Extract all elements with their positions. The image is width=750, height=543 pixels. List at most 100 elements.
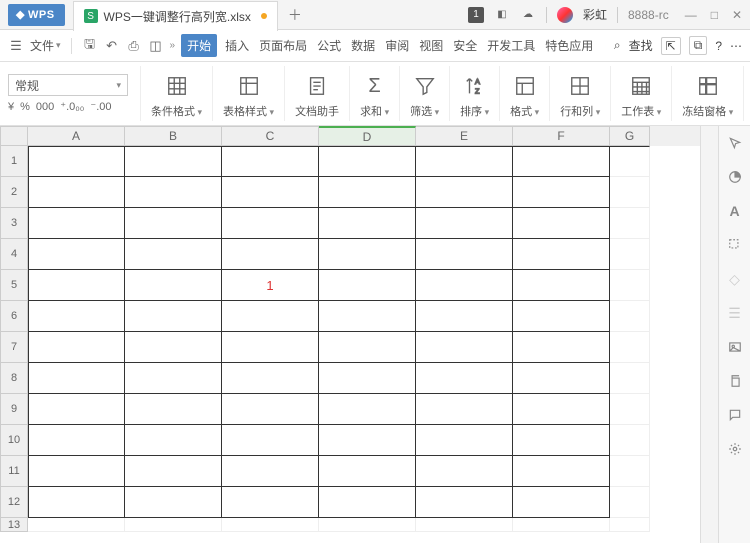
cell-E5[interactable] <box>416 270 513 301</box>
avatar[interactable] <box>557 7 573 23</box>
cell-D9[interactable] <box>319 394 416 425</box>
cell-F8[interactable] <box>513 363 610 394</box>
cell-G2[interactable] <box>610 177 650 208</box>
row-header-3[interactable]: 3 <box>0 208 28 239</box>
cell-G5[interactable] <box>610 270 650 301</box>
cell-F13[interactable] <box>513 518 610 532</box>
ribbon-table-button[interactable]: 条件格式 <box>140 66 212 121</box>
cell-G9[interactable] <box>610 394 650 425</box>
cell-B13[interactable] <box>125 518 222 532</box>
cell-E6[interactable] <box>416 301 513 332</box>
more-quick-icons[interactable]: » <box>170 40 176 51</box>
cell-A4[interactable] <box>28 239 125 270</box>
cell-G3[interactable] <box>610 208 650 239</box>
currency-button[interactable]: ¥ <box>8 101 14 113</box>
cell-B8[interactable] <box>125 363 222 394</box>
cell-F12[interactable] <box>513 487 610 518</box>
share-icon[interactable]: ⇱ <box>661 37 681 55</box>
cell-D5[interactable] <box>319 270 416 301</box>
undo-icon[interactable]: ↶ <box>104 38 120 54</box>
tab-review[interactable]: 审阅 <box>383 33 411 58</box>
row-header-13[interactable]: 13 <box>0 518 28 532</box>
cell-A10[interactable] <box>28 425 125 456</box>
row-header-1[interactable]: 1 <box>0 146 28 177</box>
cell-B6[interactable] <box>125 301 222 332</box>
cell-B5[interactable] <box>125 270 222 301</box>
comma-button[interactable]: 000 <box>36 101 54 113</box>
search-button[interactable]: 查找 <box>629 37 653 54</box>
row-header-10[interactable]: 10 <box>0 425 28 456</box>
cell-C11[interactable] <box>222 456 319 487</box>
row-header-12[interactable]: 12 <box>0 487 28 518</box>
cell-A3[interactable] <box>28 208 125 239</box>
cell-B4[interactable] <box>125 239 222 270</box>
cell-G7[interactable] <box>610 332 650 363</box>
minimize-button[interactable]: — <box>685 8 697 22</box>
row-header-4[interactable]: 4 <box>0 239 28 270</box>
text-icon[interactable]: A <box>726 202 744 220</box>
cell-C4[interactable] <box>222 239 319 270</box>
cell-E2[interactable] <box>416 177 513 208</box>
save-icon[interactable]: 🖫 <box>82 35 98 57</box>
close-button[interactable]: ✕ <box>732 8 742 22</box>
cell-E10[interactable] <box>416 425 513 456</box>
cell-F6[interactable] <box>513 301 610 332</box>
cell-C6[interactable] <box>222 301 319 332</box>
cell-F11[interactable] <box>513 456 610 487</box>
cell-A13[interactable] <box>28 518 125 532</box>
cell-C10[interactable] <box>222 425 319 456</box>
cell-G4[interactable] <box>610 239 650 270</box>
cell-D10[interactable] <box>319 425 416 456</box>
select-icon[interactable] <box>726 236 744 254</box>
cell-C9[interactable] <box>222 394 319 425</box>
cell-A11[interactable] <box>28 456 125 487</box>
tab-pagelayout[interactable]: 页面布局 <box>257 33 309 58</box>
cell-F1[interactable] <box>513 146 610 177</box>
cell-D12[interactable] <box>319 487 416 518</box>
cell-B9[interactable] <box>125 394 222 425</box>
tab-insert[interactable]: 插入 <box>223 33 251 58</box>
ribbon-find-button[interactable]: 查找 <box>743 66 750 121</box>
cell-D2[interactable] <box>319 177 416 208</box>
user-name[interactable]: 彩虹 <box>583 6 607 23</box>
cell-D8[interactable] <box>319 363 416 394</box>
cell-A9[interactable] <box>28 394 125 425</box>
cell-E13[interactable] <box>416 518 513 532</box>
cell-B10[interactable] <box>125 425 222 456</box>
cell-D6[interactable] <box>319 301 416 332</box>
cell-B7[interactable] <box>125 332 222 363</box>
cell-A2[interactable] <box>28 177 125 208</box>
cell-F9[interactable] <box>513 394 610 425</box>
tab-devtools[interactable]: 开发工具 <box>485 33 537 58</box>
window-icon[interactable]: ⧉ <box>689 36 708 55</box>
ribbon-sigma-button[interactable]: Σ求和 <box>349 66 399 121</box>
cell-D13[interactable] <box>319 518 416 532</box>
cell-E1[interactable] <box>416 146 513 177</box>
cell-F2[interactable] <box>513 177 610 208</box>
cell-B11[interactable] <box>125 456 222 487</box>
percent-button[interactable]: % <box>20 101 30 113</box>
image-icon[interactable] <box>726 338 744 356</box>
cell-E11[interactable] <box>416 456 513 487</box>
column-header-C[interactable]: C <box>222 126 319 146</box>
cell-C8[interactable] <box>222 363 319 394</box>
ribbon-table2-button[interactable]: 表格样式 <box>212 66 284 121</box>
ribbon-fmt-button[interactable]: 格式 <box>499 66 549 121</box>
cell-F5[interactable] <box>513 270 610 301</box>
cell-E4[interactable] <box>416 239 513 270</box>
row-header-8[interactable]: 8 <box>0 363 28 394</box>
cell-F4[interactable] <box>513 239 610 270</box>
ribbon-sort-button[interactable]: AZ排序 <box>449 66 499 121</box>
cell-G10[interactable] <box>610 425 650 456</box>
cell-B2[interactable] <box>125 177 222 208</box>
cell-E8[interactable] <box>416 363 513 394</box>
column-header-A[interactable]: A <box>28 126 125 146</box>
copy-icon[interactable] <box>726 372 744 390</box>
row-header-11[interactable]: 11 <box>0 456 28 487</box>
cell-A8[interactable] <box>28 363 125 394</box>
row-header-9[interactable]: 9 <box>0 394 28 425</box>
cell-C13[interactable] <box>222 518 319 532</box>
cell-G1[interactable] <box>610 146 650 177</box>
cell-B3[interactable] <box>125 208 222 239</box>
cell-A12[interactable] <box>28 487 125 518</box>
